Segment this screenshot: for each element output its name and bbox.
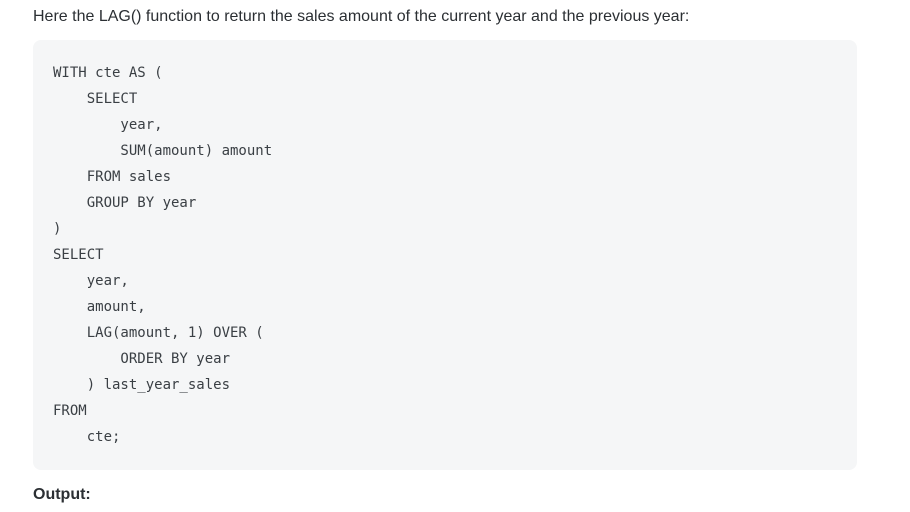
code-line: cte; [53, 429, 121, 445]
code-line: LAG(amount, 1) OVER ( [53, 325, 264, 341]
code-line: SELECT [53, 91, 138, 107]
code-line: ORDER BY year [53, 351, 231, 367]
code-line: year, [53, 117, 163, 133]
code-line: SUM(amount) amount [53, 143, 273, 159]
code-line: FROM [53, 403, 87, 419]
code-line: WITH cte AS ( [53, 65, 163, 81]
intro-paragraph: Here the LAG() function to return the sa… [33, 8, 690, 25]
code-line: ) last_year_sales [53, 377, 231, 393]
code-line: SELECT [53, 247, 104, 263]
code-line: FROM sales [53, 169, 172, 185]
output-heading: Output: [33, 486, 91, 503]
code-block[interactable]: WITH cte AS ( SELECT year, SUM(amount) a… [33, 40, 857, 470]
code-line: ) [53, 221, 62, 237]
code-line: year, [53, 273, 129, 289]
code-line: GROUP BY year [53, 195, 197, 211]
code-line: amount, [53, 299, 146, 315]
